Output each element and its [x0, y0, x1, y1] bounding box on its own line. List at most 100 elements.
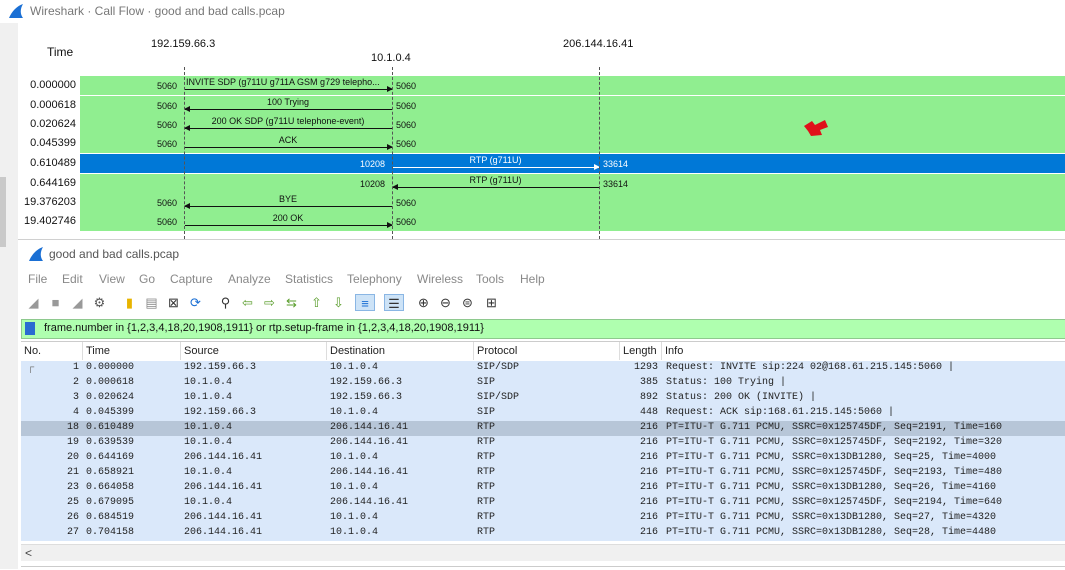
start-capture-icon[interactable]: ◢ — [25, 294, 42, 311]
close-file-icon[interactable]: ⊠ — [165, 294, 182, 311]
stop-capture-icon[interactable]: ■ — [47, 294, 64, 311]
flow-row[interactable] — [80, 193, 1065, 212]
packet-cell-src: 10.1.0.4 — [184, 437, 233, 448]
packet-cell-info: PT=ITU-T G.711 PCMU, SSRC=0x125745DF, Se… — [666, 437, 1003, 448]
packet-cell-info: PT=ITU-T G.711 PCMU, SSRC=0x125745DF, Se… — [666, 422, 1003, 433]
packet-cell-src: 10.1.0.4 — [184, 467, 233, 478]
restart-capture-icon[interactable]: ◢ — [69, 294, 86, 311]
packet-row[interactable]: 4 0.045399 192.159.66.3 10.1.0.4 SIP 448 Reque… — [21, 406, 1065, 421]
flow-row-arrow — [185, 86, 393, 92]
column-time[interactable]: Time — [83, 342, 181, 360]
packet-cell-no: 25 — [66, 497, 79, 508]
packet-cell-src: 192.159.66.3 — [184, 362, 257, 373]
packet-cell-time: 0.679095 — [86, 497, 135, 508]
flow-row[interactable] — [80, 134, 1065, 153]
packet-list: No. Time Source Destination Protocol Len… — [21, 341, 1065, 545]
resize-columns-icon[interactable]: ⊞ — [483, 294, 500, 311]
packet-cell-src: 206.144.16.41 — [184, 527, 263, 538]
packet-cell-len: 216 — [639, 497, 658, 508]
main-window: good and bad calls.pcap File Edit View G… — [18, 239, 1065, 570]
menu-wireless[interactable]: Wireless — [417, 272, 463, 286]
scroll-left-icon[interactable]: < — [25, 546, 32, 560]
packet-cell-time: 0.045399 — [86, 407, 135, 418]
conversation-bracket-icon: ┌ — [27, 362, 35, 373]
menu-help[interactable]: Help — [520, 272, 545, 286]
column-info[interactable]: Info — [662, 342, 1065, 360]
packet-cell-src: 206.144.16.41 — [184, 512, 263, 523]
go-last-icon[interactable]: ⇩ — [330, 294, 347, 311]
packet-row[interactable]: 2 0.000618 10.1.0.4 192.159.66.3 SIP 385 Statu… — [21, 376, 1065, 391]
menu-bar: File Edit View Go Capture Analyze Statis… — [18, 268, 1065, 290]
packet-cell-proto: RTP — [477, 497, 496, 508]
packet-row[interactable]: 18 0.610489 10.1.0.4 206.144.16.41 RTP 216 PT=… — [21, 421, 1065, 436]
menu-capture[interactable]: Capture — [170, 272, 213, 286]
packet-cell-src: 206.144.16.41 — [184, 482, 263, 493]
menu-telephony[interactable]: Telephony — [347, 272, 402, 286]
horizontal-scrollbar[interactable]: < — [21, 544, 1065, 561]
find-packet-icon[interactable]: ⚲ — [217, 294, 234, 311]
packet-row[interactable]: 1 0.000000 192.159.66.3 10.1.0.4 SIP/SDP 1293… — [21, 361, 1065, 376]
packet-cell-proto: SIP/SDP — [477, 362, 520, 373]
packet-cell-dst: 206.144.16.41 — [330, 437, 409, 448]
packet-cell-len: 448 — [639, 407, 658, 418]
menu-go[interactable]: Go — [139, 272, 155, 286]
menu-file[interactable]: File — [28, 272, 47, 286]
go-back-icon[interactable]: ⇦ — [239, 294, 256, 311]
lifeline-host-1 — [184, 67, 185, 239]
auto-scroll-icon[interactable]: ≡ — [355, 294, 375, 311]
display-filter-input[interactable]: frame.number in {1,2,3,4,18,20,1908,1911… — [44, 322, 484, 334]
left-scroll-indicator[interactable] — [0, 177, 6, 247]
packet-cell-time: 0.704158 — [86, 527, 135, 538]
zoom-in-icon[interactable]: ⊕ — [415, 294, 432, 311]
packet-row[interactable]: 26 0.684519 206.144.16.41 10.1.0.4 RTP 216 PT=… — [21, 511, 1065, 526]
packet-row[interactable]: 19 0.639539 10.1.0.4 206.144.16.41 RTP 216 PT=… — [21, 436, 1065, 451]
flow-row-right-port: 5060 — [396, 120, 417, 130]
packet-cell-no: 26 — [66, 512, 79, 523]
packet-cell-no: 18 — [66, 422, 79, 433]
packet-cell-src: 206.144.16.41 — [184, 452, 263, 463]
pane-divider[interactable] — [21, 566, 1065, 567]
capture-options-icon[interactable]: ⚙ — [91, 294, 108, 311]
go-forward-icon[interactable]: ⇨ — [261, 294, 278, 311]
bookmark-icon[interactable] — [25, 322, 35, 335]
flow-row[interactable] — [80, 212, 1065, 231]
packet-row[interactable]: 23 0.664058 206.144.16.41 10.1.0.4 RTP 216 PT=… — [21, 481, 1065, 496]
column-destination[interactable]: Destination — [327, 342, 474, 360]
reload-file-icon[interactable]: ⟳ — [187, 294, 204, 311]
redaction-mark — [804, 120, 828, 136]
packet-cell-len: 216 — [639, 437, 658, 448]
packet-row[interactable]: 21 0.658921 10.1.0.4 206.144.16.41 RTP 216 PT=… — [21, 466, 1065, 481]
packet-row[interactable]: 27 0.704158 206.144.16.41 10.1.0.4 RTP 216 PT=… — [21, 526, 1065, 541]
menu-statistics[interactable]: Statistics — [285, 272, 333, 286]
flow-row[interactable] — [80, 154, 1065, 173]
menu-tools[interactable]: Tools — [476, 272, 504, 286]
go-first-icon[interactable]: ⇧ — [308, 294, 325, 311]
packet-cell-info: PT=ITU-T G.711 PCMU, SSRC=0x13DB1280, Se… — [666, 452, 997, 463]
save-file-icon[interactable]: ▤ — [143, 294, 160, 311]
column-no[interactable]: No. — [21, 342, 83, 360]
display-filter-bar[interactable]: frame.number in {1,2,3,4,18,20,1908,1911… — [21, 319, 1065, 339]
packet-cell-src: 10.1.0.4 — [184, 377, 233, 388]
menu-analyze[interactable]: Analyze — [228, 272, 271, 286]
flow-row[interactable] — [80, 96, 1065, 115]
flow-row-label: RTP (g711U) — [469, 155, 522, 165]
zoom-out-icon[interactable]: ⊖ — [437, 294, 454, 311]
packet-row[interactable]: 25 0.679095 10.1.0.4 206.144.16.41 RTP 216 PT=… — [21, 496, 1065, 511]
menu-edit[interactable]: Edit — [62, 272, 83, 286]
open-file-icon[interactable]: ▮ — [121, 294, 138, 311]
host-label-2: 10.1.0.4 — [371, 52, 411, 64]
go-to-packet-icon[interactable]: ⇆ — [283, 294, 300, 311]
packet-cell-dst: 10.1.0.4 — [330, 407, 379, 418]
column-protocol[interactable]: Protocol — [474, 342, 620, 360]
packet-row[interactable]: 20 0.644169 206.144.16.41 10.1.0.4 RTP 216 PT=… — [21, 451, 1065, 466]
colorize-icon[interactable]: ☰ — [384, 294, 404, 311]
packet-cell-no: 4 — [72, 407, 79, 418]
menu-view[interactable]: View — [99, 272, 125, 286]
main-window-title: good and bad calls.pcap — [49, 247, 180, 261]
normal-size-icon[interactable]: ⊜ — [459, 294, 476, 311]
flow-row[interactable] — [80, 174, 1065, 193]
packet-cell-info: Request: INVITE sip:224 02@168.61.215.14… — [666, 362, 955, 373]
column-length[interactable]: Length — [620, 342, 662, 360]
column-source[interactable]: Source — [181, 342, 327, 360]
packet-row[interactable]: 3 0.020624 10.1.0.4 192.159.66.3 SIP/SDP 892 S… — [21, 391, 1065, 406]
